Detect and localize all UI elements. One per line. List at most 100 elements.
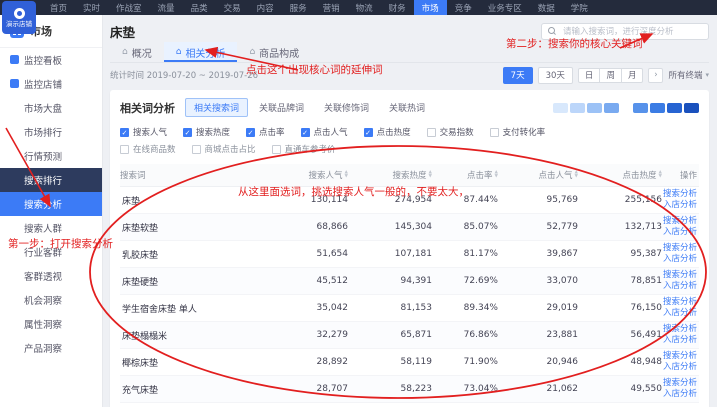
metric-option[interactable]: ✓搜索热度 [183, 126, 230, 138]
nav-item-16[interactable]: 学院 [563, 0, 596, 15]
nav-item-1[interactable]: 首页 [42, 0, 75, 15]
nav-item-14[interactable]: 业务专区 [480, 0, 530, 15]
search-word-cell[interactable]: 床垫榻榻米 [120, 329, 268, 342]
nav-item-12[interactable]: 市场 [414, 0, 447, 15]
sidebar-item-11[interactable]: 机会洞察 [0, 288, 102, 312]
sidebar-item-4[interactable]: 市场排行 [0, 120, 102, 144]
tab-2[interactable]: ⌂相关分析 [164, 42, 238, 62]
action-link[interactable]: 搜索分析 [663, 271, 697, 281]
sidebar-item-10[interactable]: 客群透视 [0, 264, 102, 288]
metric-option[interactable]: 直通车参考价 [272, 143, 336, 155]
card-tab-2[interactable]: 关联品牌词 [250, 98, 313, 117]
action-link[interactable]: 入店分析 [663, 201, 697, 211]
nav-item-13[interactable]: 竞争 [447, 0, 480, 15]
action-link[interactable]: 入店分析 [663, 336, 697, 346]
card-tab-3[interactable]: 关联修饰词 [315, 98, 378, 117]
checkbox-icon[interactable] [427, 128, 436, 137]
sidebar-item-7[interactable]: 搜索分析 [0, 192, 102, 216]
column-header-5[interactable]: 点击人气▲▼ [498, 169, 578, 181]
column-header-6[interactable]: 点击热度▲▼ [578, 169, 662, 181]
granularity-option[interactable]: 周 [600, 68, 622, 83]
sidebar-item-3[interactable]: 市场大盘 [0, 96, 102, 120]
nav-item-4[interactable]: 流量 [150, 0, 183, 15]
action-link[interactable]: 入店分析 [663, 390, 697, 400]
nav-item-11[interactable]: 财务 [381, 0, 414, 15]
action-link[interactable]: 搜索分析 [663, 217, 697, 227]
column-header-3[interactable]: 搜索热度▲▼ [348, 169, 432, 181]
action-link[interactable]: 搜索分析 [663, 352, 697, 362]
action-link[interactable]: 搜索分析 [663, 298, 697, 308]
column-header-2[interactable]: 搜索人气▲▼ [268, 169, 348, 181]
search-word-cell[interactable]: 椰棕床垫 [120, 356, 268, 369]
range-button[interactable]: 30天 [538, 67, 573, 84]
search-word-cell[interactable]: 充气床垫 [120, 383, 268, 396]
granularity-option[interactable]: 日 [578, 68, 601, 83]
value-cell: 58,119 [348, 357, 432, 367]
checkbox-icon[interactable]: ✓ [301, 128, 310, 137]
column-header-4[interactable]: 点击率▲▼ [432, 169, 498, 181]
checkbox-icon[interactable] [272, 145, 281, 154]
checkbox-icon[interactable] [490, 128, 499, 137]
metric-option[interactable]: ✓点击人气 [301, 126, 348, 138]
nav-item-9[interactable]: 营销 [315, 0, 348, 15]
checkbox-icon[interactable]: ✓ [364, 128, 373, 137]
action-link[interactable]: 搜索分析 [663, 325, 697, 335]
metric-option[interactable]: 在线商品数 [120, 143, 176, 155]
card-tab-4[interactable]: 关联热词 [380, 98, 434, 117]
sidebar-item-13[interactable]: 产品洞察 [0, 336, 102, 360]
sidebar-item-6[interactable]: 搜索排行 [0, 168, 102, 192]
action-link[interactable]: 入店分析 [663, 363, 697, 373]
action-link[interactable]: 搜索分析 [663, 244, 697, 254]
search-input[interactable] [561, 25, 702, 37]
value-cell: 95,387 [578, 249, 662, 259]
tab-3[interactable]: ⌂商品构成 [237, 42, 311, 62]
nav-item-15[interactable]: 数据 [530, 0, 563, 15]
sidebar-item-1[interactable]: 监控看板 [0, 48, 102, 72]
action-link[interactable]: 入店分析 [663, 309, 697, 319]
tab-1[interactable]: ⌂概况 [110, 42, 164, 62]
metric-option[interactable]: ✓点击率 [246, 126, 285, 138]
keyword-search-box[interactable] [541, 23, 709, 40]
nav-item-6[interactable]: 交易 [216, 0, 249, 15]
search-word-cell[interactable]: 床垫软垫 [120, 221, 268, 234]
nav-item-8[interactable]: 服务 [282, 0, 315, 15]
checkbox-icon[interactable]: ✓ [183, 128, 192, 137]
next-period-button[interactable]: › [648, 68, 663, 83]
value-cell: 35,042 [268, 303, 348, 313]
range-button[interactable]: 7天 [503, 67, 533, 84]
metric-option[interactable]: 商城点击占比 [192, 143, 256, 155]
nav-item-2[interactable]: 实时 [75, 0, 108, 15]
sidebar-item-12[interactable]: 属性洞察 [0, 312, 102, 336]
checkbox-icon[interactable] [192, 145, 201, 154]
search-word-cell[interactable]: 床垫 [120, 194, 268, 207]
search-word-cell[interactable]: 床垫硬垫 [120, 275, 268, 288]
action-link[interactable]: 入店分析 [663, 282, 697, 292]
card-tab-1[interactable]: 相关搜索词 [185, 98, 248, 117]
action-link[interactable]: 搜索分析 [663, 190, 697, 200]
checkbox-icon[interactable]: ✓ [120, 128, 129, 137]
nav-item-10[interactable]: 物流 [348, 0, 381, 15]
sidebar-item-5[interactable]: 行情预测 [0, 144, 102, 168]
metric-option[interactable]: 交易指数 [427, 126, 474, 138]
nav-item-3[interactable]: 作战室 [108, 0, 150, 15]
search-word-cell[interactable]: 学生宿舍床垫 单人 [120, 302, 268, 315]
metric-option[interactable]: ✓搜索人气 [120, 126, 167, 138]
sidebar-item-2[interactable]: 监控店铺 [0, 72, 102, 96]
metric-option[interactable]: ✓点击热度 [364, 126, 411, 138]
action-link[interactable]: 入店分析 [663, 255, 697, 265]
store-badge[interactable]: 演示店铺 [2, 1, 36, 34]
action-link[interactable]: 搜索分析 [663, 379, 697, 389]
checkbox-icon[interactable]: ✓ [246, 128, 255, 137]
action-link[interactable]: 入店分析 [663, 228, 697, 238]
value-cell: 20,946 [498, 357, 578, 367]
sidebar-item-9[interactable]: 行业客群 [0, 240, 102, 264]
granularity-option[interactable]: 月 [622, 68, 644, 83]
nav-item-7[interactable]: 内容 [249, 0, 282, 15]
sidebar-item-8[interactable]: 搜索人群 [0, 216, 102, 240]
app-root: 首页实时作战室流量品类交易内容服务营销物流财务市场竞争业务专区数据学院 演示店铺… [0, 0, 717, 407]
metric-option[interactable]: 支付转化率 [490, 126, 546, 138]
terminal-dropdown[interactable]: 所有终端▾ [668, 69, 709, 81]
nav-item-5[interactable]: 品类 [183, 0, 216, 15]
search-word-cell[interactable]: 乳胶床垫 [120, 248, 268, 261]
checkbox-icon[interactable] [120, 145, 129, 154]
